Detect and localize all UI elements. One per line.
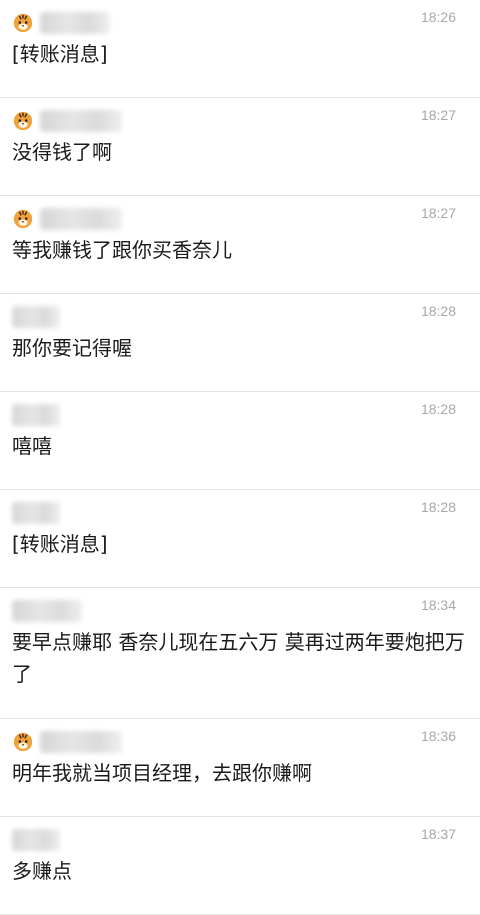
list-item[interactable]: 18:37 多赚点 — [0, 817, 480, 915]
sender-header — [12, 727, 122, 757]
message-time: 18:28 — [420, 499, 456, 515]
sender-name-redacted — [12, 404, 60, 426]
message-time: 18:26 — [420, 9, 456, 25]
tiger-emoji-icon — [12, 208, 34, 230]
sender-name-redacted — [40, 731, 122, 753]
message-list: 18:26 [转账消息] 18:27 没得钱了啊 18:27 等我赚钱了跟你买香… — [0, 0, 480, 915]
message-time: 18:37 — [420, 826, 456, 842]
message-time: 18:27 — [420, 205, 456, 221]
sender-header — [12, 596, 82, 626]
message-text: [转账消息] — [12, 42, 108, 66]
sender-name-redacted — [12, 600, 82, 622]
message-time: 18:27 — [420, 107, 456, 123]
sender-header — [12, 498, 60, 528]
list-item[interactable]: 18:28 嘻嘻 — [0, 392, 480, 490]
sender-name-redacted — [40, 208, 122, 230]
message-text: 那你要记得喔 — [12, 336, 132, 360]
tiger-emoji-icon — [12, 110, 34, 132]
list-item[interactable]: 18:26 [转账消息] — [0, 0, 480, 98]
sender-name-redacted — [40, 110, 122, 132]
message-text: 明年我就当项目经理，去跟你赚啊 — [12, 761, 312, 785]
sender-header — [12, 302, 60, 332]
list-item[interactable]: 18:34 要早点赚耶 香奈儿现在五六万 莫再过两年要炮把万了 — [0, 588, 480, 719]
tiger-emoji-icon — [12, 731, 34, 753]
message-text: 要早点赚耶 香奈儿现在五六万 莫再过两年要炮把万了 — [12, 630, 465, 686]
sender-header — [12, 204, 122, 234]
sender-header — [12, 400, 60, 430]
list-item[interactable]: 18:27 没得钱了啊 — [0, 98, 480, 196]
tiger-emoji-icon — [12, 12, 34, 34]
sender-header — [12, 8, 110, 38]
message-text: 多赚点 — [12, 859, 72, 883]
message-text: 等我赚钱了跟你买香奈儿 — [12, 238, 232, 262]
message-time: 18:36 — [420, 728, 456, 744]
sender-name-redacted — [12, 829, 60, 851]
message-text: 嘻嘻 — [12, 434, 52, 458]
sender-name-redacted — [12, 502, 60, 524]
list-item[interactable]: 18:27 等我赚钱了跟你买香奈儿 — [0, 196, 480, 294]
sender-name-redacted — [40, 12, 110, 34]
sender-header — [12, 106, 122, 136]
list-item[interactable]: 18:28 那你要记得喔 — [0, 294, 480, 392]
message-time: 18:34 — [420, 597, 456, 613]
message-text: 没得钱了啊 — [12, 140, 112, 164]
sender-name-redacted — [12, 306, 60, 328]
list-item[interactable]: 18:28 [转账消息] — [0, 490, 480, 588]
sender-header — [12, 825, 60, 855]
message-time: 18:28 — [420, 303, 456, 319]
message-time: 18:28 — [420, 401, 456, 417]
message-text: [转账消息] — [12, 532, 108, 556]
list-item[interactable]: 18:36 明年我就当项目经理，去跟你赚啊 — [0, 719, 480, 817]
